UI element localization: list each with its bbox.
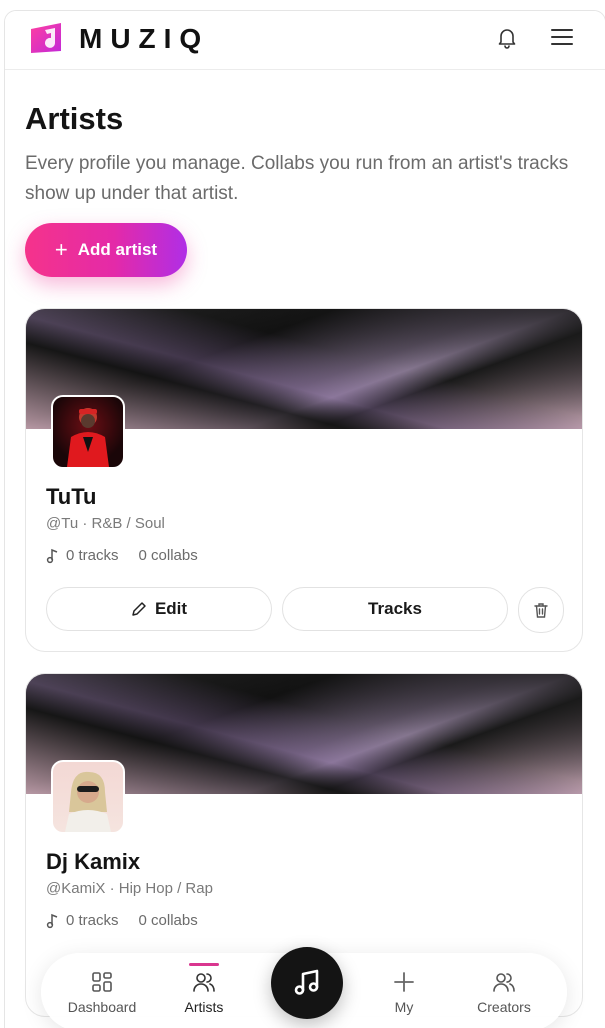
artist-name: TuTu — [46, 484, 97, 509]
artist-stats: 0 tracks 0 collabs — [46, 912, 198, 929]
nav-dashboard[interactable]: Dashboard — [57, 953, 147, 1028]
edit-label: Edit — [154, 599, 188, 618]
nav-creators-label: Creators — [477, 999, 531, 1015]
nav-dashboard-label: Dashboard — [67, 999, 137, 1015]
app-header: MUZIQ — [5, 11, 605, 70]
avatar[interactable] — [51, 760, 125, 834]
nav-my[interactable]: My — [359, 953, 449, 1028]
bell-icon[interactable] — [495, 25, 519, 49]
active-tab-indicator — [189, 963, 219, 966]
avatar-image — [67, 408, 109, 467]
nav-creators[interactable]: Creators — [459, 953, 549, 1028]
pencil-icon — [132, 602, 146, 616]
artist-handle-genre: @KamiX · Hip Hop / Rap — [46, 880, 213, 897]
artist-name: Dj Kamix — [46, 849, 141, 874]
collabs-count: 0 collabs — [138, 912, 198, 929]
artist-stats: 0 tracks 0 collabs — [46, 547, 198, 564]
nav-artists-label: Artists — [184, 999, 224, 1015]
add-artist-button[interactable]: + Add artist — [25, 223, 187, 277]
app-frame: MUZIQ Artists Every profile you manage. … — [4, 10, 605, 1028]
delete-button[interactable] — [518, 587, 564, 633]
music-note-logo-icon — [31, 23, 61, 53]
collabs-count: 0 collabs — [138, 547, 198, 564]
tracks-count: 0 tracks — [66, 912, 119, 929]
tracks-label: Tracks — [368, 599, 422, 618]
page-subtitle: Every profile you manage. Collabs you ru… — [25, 153, 569, 204]
plus-icon — [394, 972, 414, 992]
artist-handle-genre: @Tu · R&B / Soul — [46, 515, 165, 532]
music-note-icon — [46, 913, 58, 928]
avatar-image — [65, 771, 111, 832]
users-icon — [493, 973, 515, 992]
nav-my-label: My — [394, 999, 414, 1015]
users-icon — [193, 973, 215, 992]
page-title: Artists — [25, 101, 124, 136]
music-note-icon — [46, 548, 58, 563]
tracks-count: 0 tracks — [66, 547, 119, 564]
brand-wordmark[interactable]: MUZIQ — [79, 23, 209, 55]
bottom-nav: Dashboard Artists My Creators — [41, 947, 567, 1028]
add-artist-label: Add artist — [77, 240, 158, 259]
edit-button[interactable]: Edit — [46, 587, 272, 631]
nav-artists[interactable]: Artists — [159, 953, 249, 1028]
plus-icon: + — [54, 237, 68, 262]
avatar[interactable] — [51, 395, 125, 469]
music-fab-button[interactable] — [271, 947, 343, 1019]
grid-icon — [92, 972, 112, 992]
music-note-fab-icon — [294, 969, 319, 995]
artist-card: TuTu @Tu · R&B / Soul 0 tracks 0 collabs… — [25, 308, 583, 652]
tracks-button[interactable]: Tracks — [282, 587, 508, 631]
trash-icon — [534, 603, 548, 618]
hamburger-menu-icon[interactable] — [549, 25, 575, 49]
